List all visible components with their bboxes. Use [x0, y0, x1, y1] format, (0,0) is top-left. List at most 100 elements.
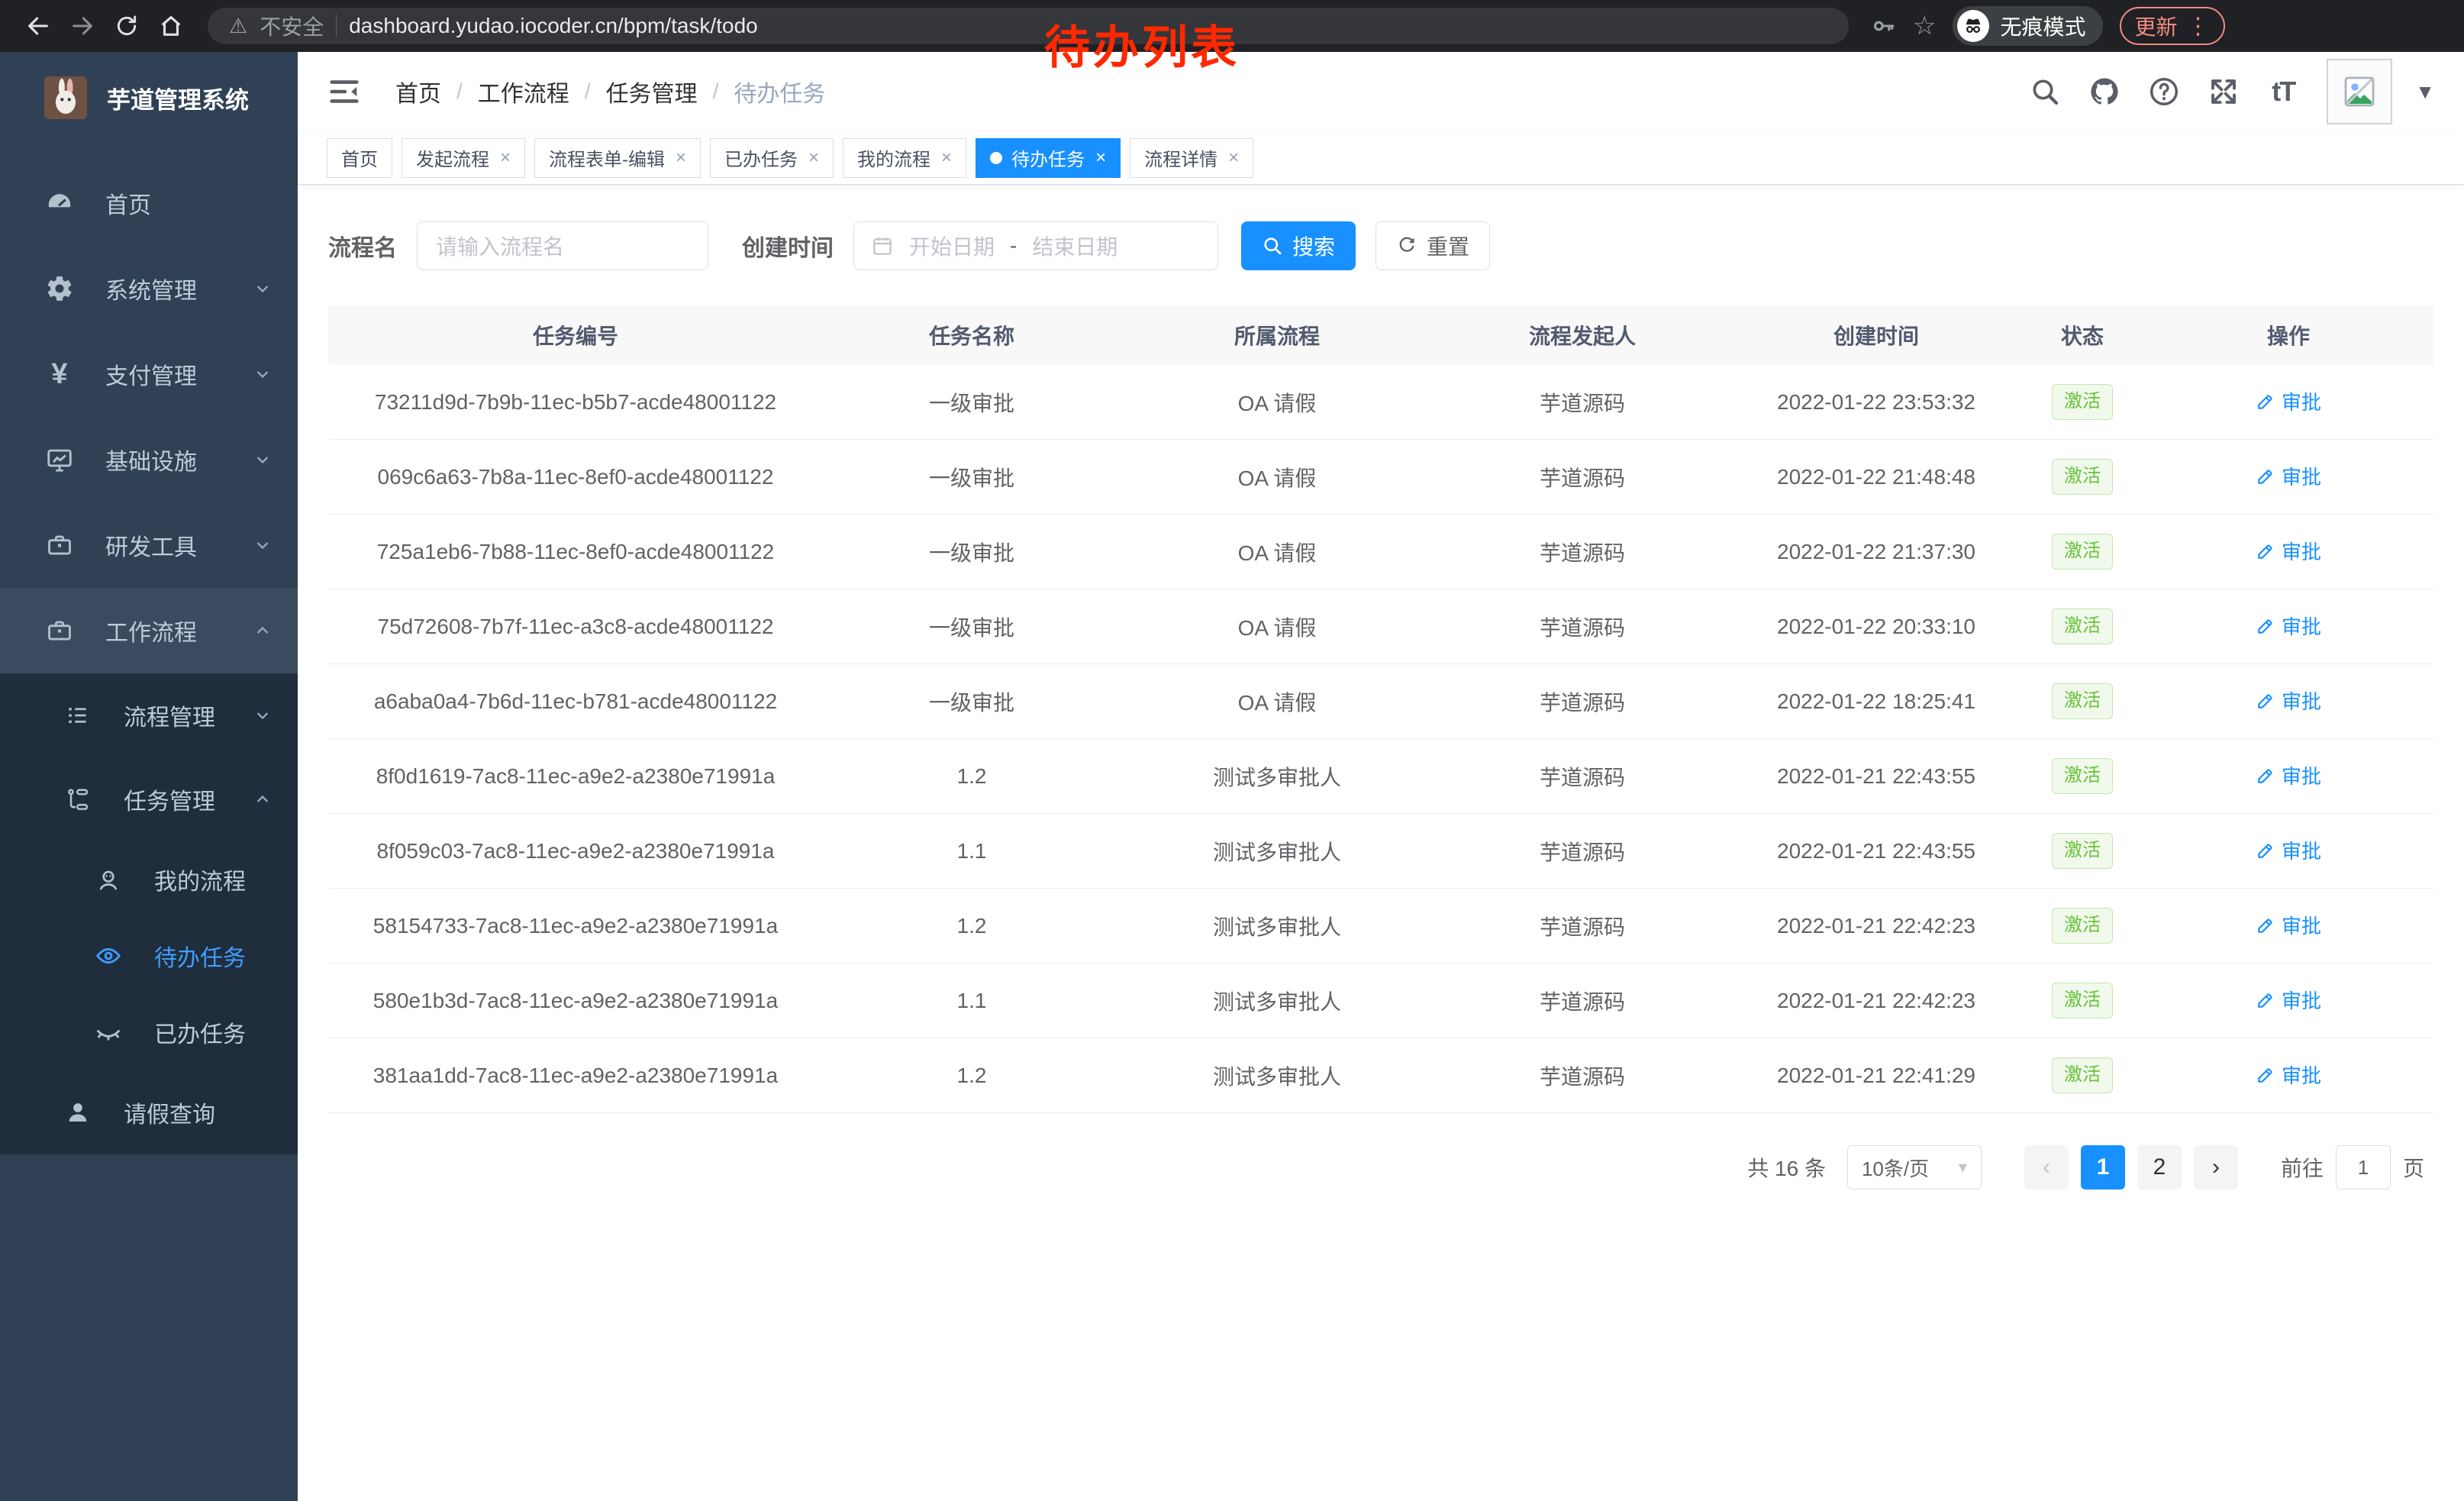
tab-my-process[interactable]: 我的流程 × — [843, 138, 966, 178]
dashboard-icon — [44, 188, 75, 218]
col-create-time: 创建时间 — [1731, 320, 2021, 350]
process-name-input[interactable]: 请输入流程名 — [417, 221, 708, 270]
reset-button-label: 重置 — [1427, 231, 1469, 261]
search-button[interactable]: 搜索 — [1241, 221, 1356, 270]
edit-icon — [2256, 841, 2275, 860]
approve-link[interactable]: 审批 — [2256, 462, 2321, 490]
cell-task-name: 一级审批 — [823, 686, 1121, 717]
close-icon[interactable]: × — [676, 147, 686, 169]
sidebar-item-devtools[interactable]: 研发工具 — [0, 502, 298, 588]
cell-task-name: 1.2 — [823, 764, 1121, 789]
sidebar-item-leave-query[interactable]: 请假查询 — [0, 1070, 298, 1154]
sidebar-item-home[interactable]: 首页 — [0, 160, 298, 246]
next-page-button[interactable]: › — [2194, 1145, 2238, 1190]
close-icon[interactable]: × — [500, 147, 511, 169]
tab-todo-tasks[interactable]: 待办任务 × — [976, 138, 1121, 178]
task-table: 任务编号 任务名称 所属流程 流程发起人 创建时间 状态 操作 73211d9d… — [328, 305, 2433, 1113]
sidebar-item-my-process[interactable]: 我的流程 — [0, 841, 298, 918]
close-icon[interactable]: × — [808, 147, 819, 169]
cell-initiator: 芋道源码 — [1434, 836, 1731, 867]
cell-initiator: 芋道源码 — [1434, 986, 1731, 1016]
table-row: a6aba0a4-7b6d-11ec-b781-acde48001122 一级审… — [328, 664, 2433, 739]
goto-page-input[interactable]: 1 — [2336, 1145, 2391, 1190]
date-range-input[interactable]: 开始日期 - 结束日期 — [853, 221, 1218, 270]
tree-icon — [63, 784, 93, 815]
sidebar-item-infra[interactable]: 基础设施 — [0, 417, 298, 502]
approve-link[interactable]: 审批 — [2256, 537, 2321, 565]
close-icon[interactable]: × — [1228, 147, 1239, 169]
key-icon[interactable] — [1870, 13, 1896, 39]
breadcrumb-task-mgmt[interactable]: 任务管理 — [606, 75, 698, 108]
approve-link[interactable]: 审批 — [2256, 387, 2321, 415]
browser-reload-icon[interactable] — [107, 6, 147, 46]
page-size-select[interactable]: 10条/页 ▾ — [1847, 1145, 1982, 1190]
sidebar-item-task-mgmt[interactable]: 任务管理 — [0, 757, 298, 841]
font-size-icon[interactable]: tT — [2267, 76, 2299, 108]
logo-row[interactable]: 芋道管理系统 — [0, 52, 298, 122]
approve-link[interactable]: 审批 — [2256, 1060, 2321, 1089]
chevron-down-icon: ▾ — [1959, 1157, 1967, 1177]
page-size-value: 10条/页 — [1862, 1154, 1929, 1182]
person-icon — [93, 864, 124, 895]
sidebar-item-system[interactable]: 系统管理 — [0, 246, 298, 331]
approve-link[interactable]: 审批 — [2256, 761, 2321, 789]
reset-button[interactable]: 重置 — [1376, 221, 1490, 270]
page-2-button[interactable]: 2 — [2137, 1145, 2182, 1190]
close-icon[interactable]: × — [941, 147, 952, 169]
prev-page-button[interactable]: ‹ — [2024, 1145, 2069, 1190]
chevron-down-icon — [252, 534, 273, 556]
tab-start-process[interactable]: 发起流程 × — [402, 138, 525, 178]
browser-update-button[interactable]: 更新 ⋮ — [2120, 7, 2225, 45]
pagination-total: 共 16 条 — [1747, 1152, 1826, 1183]
sidebar-item-process-mgmt[interactable]: 流程管理 — [0, 673, 298, 757]
cell-process: 测试多审批人 — [1121, 836, 1434, 867]
tab-done-tasks[interactable]: 已办任务 × — [710, 138, 834, 178]
breadcrumb-home[interactable]: 首页 — [395, 75, 441, 108]
process-name-label: 流程名 — [328, 229, 397, 263]
sidebar-item-workflow[interactable]: 工作流程 — [0, 588, 298, 673]
col-action: 操作 — [2143, 320, 2433, 350]
status-badge: 激活 — [2052, 908, 2113, 944]
close-icon[interactable]: × — [1095, 147, 1106, 169]
tab-label: 待办任务 — [1011, 144, 1085, 171]
chevron-up-icon — [252, 789, 273, 810]
cell-process: 测试多审批人 — [1121, 911, 1434, 941]
bookmark-star-icon[interactable]: ☆ — [1913, 11, 1936, 41]
sidebar-collapse-icon[interactable] — [327, 74, 362, 109]
fullscreen-icon[interactable] — [2208, 76, 2240, 108]
breadcrumb-workflow[interactable]: 工作流程 — [478, 75, 569, 108]
tab-process-detail[interactable]: 流程详情 × — [1130, 138, 1253, 178]
cell-action: 审批 — [2143, 986, 2433, 1015]
cell-action: 审批 — [2143, 911, 2433, 941]
edit-icon — [2256, 766, 2275, 786]
avatar-caret-icon[interactable]: ▼ — [2415, 80, 2435, 104]
approve-link[interactable]: 审批 — [2256, 986, 2321, 1014]
col-initiator: 流程发起人 — [1434, 320, 1731, 350]
browser-back-icon[interactable] — [18, 6, 58, 46]
approve-link[interactable]: 审批 — [2256, 836, 2321, 864]
approve-link[interactable]: 审批 — [2256, 911, 2321, 939]
search-icon[interactable] — [2029, 76, 2061, 108]
browser-menu-icon[interactable]: ⋮ — [2187, 13, 2210, 40]
cell-task-id: 580e1b3d-7ac8-11ec-a9e2-a2380e71991a — [328, 989, 823, 1013]
sidebar-item-label: 支付管理 — [105, 357, 197, 391]
breadcrumb: 首页 / 工作流程 / 任务管理 / 待办任务 — [395, 75, 825, 108]
cell-task-name: 1.2 — [823, 914, 1121, 938]
approve-link[interactable]: 审批 — [2256, 686, 2321, 715]
cell-action: 审批 — [2143, 761, 2433, 791]
avatar[interactable] — [2327, 59, 2392, 124]
github-icon[interactable] — [2088, 76, 2121, 108]
sidebar-item-todo-tasks[interactable]: 待办任务 — [0, 918, 298, 994]
col-status: 状态 — [2021, 320, 2143, 350]
chevron-down-icon — [252, 449, 273, 470]
sidebar-item-payment[interactable]: ¥ 支付管理 — [0, 331, 298, 417]
page-1-button[interactable]: 1 — [2081, 1145, 2125, 1190]
tab-form-edit[interactable]: 流程表单-编辑 × — [534, 138, 701, 178]
sidebar-item-done-tasks[interactable]: 已办任务 — [0, 994, 298, 1070]
tab-home[interactable]: 首页 — [327, 138, 392, 178]
approve-link[interactable]: 审批 — [2256, 612, 2321, 640]
help-icon[interactable] — [2148, 76, 2180, 108]
address-bar[interactable]: ⚠ 不安全 dashboard.yudao.iocoder.cn/bpm/tas… — [208, 8, 1849, 44]
browser-forward-icon[interactable] — [63, 6, 102, 46]
browser-home-icon[interactable] — [151, 6, 191, 46]
